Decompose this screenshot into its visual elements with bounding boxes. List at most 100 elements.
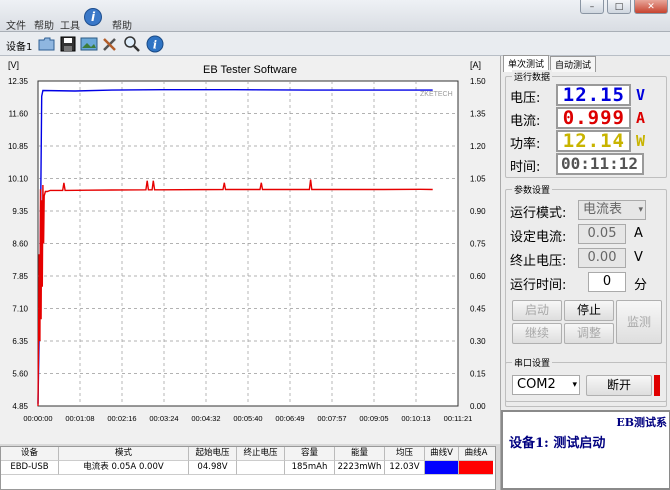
chevron-down-icon: ▾ (638, 205, 643, 215)
y-right-tick-label: 1.50 (470, 77, 486, 86)
power-display: 12.14 (556, 130, 631, 152)
save-icon[interactable] (59, 35, 77, 53)
mode-label: 运行模式: (510, 206, 567, 221)
zoom-icon[interactable] (123, 35, 141, 53)
table-header-row: 设备 模式 起始电压 终止电压 容量 能量 均压 曲线V 曲线A (1, 447, 495, 461)
y-left-ticks: 12.35 11.60 10.85 10.10 9.35 8.60 7.85 7.10 6.35… (8, 77, 29, 411)
disconnect-button[interactable]: 断开 (586, 375, 652, 396)
y-left-tick-label: 7.85 (12, 272, 28, 281)
x-tick-label: 00:05:40 (233, 414, 262, 423)
current-label: 电流: (510, 114, 541, 129)
run-time-unit: 分 (634, 278, 648, 293)
stop-button[interactable]: 停止 (564, 300, 614, 321)
y-right-tick-label: 0.45 (470, 305, 486, 314)
run-time-field[interactable]: 0 (588, 272, 626, 292)
table-header: 起始电压 (189, 447, 237, 461)
minimize-button[interactable]: – (580, 0, 604, 14)
stop-voltage-label: 终止电压: (510, 254, 567, 269)
running-data-group: 运行数据 电压: 12.15 V 电流: 0.999 A 功率: 12.14 W… (505, 70, 667, 178)
voltage-display: 12.15 (556, 84, 631, 106)
table-header: 能量 (335, 447, 385, 461)
table-header: 终止电压 (237, 447, 285, 461)
status-box: EB测试系 设备1: 测试启动 (501, 410, 670, 490)
power-unit: W (636, 132, 646, 150)
set-current-label: 设定电流: (510, 230, 567, 245)
adjust-button[interactable]: 调整 (564, 323, 614, 344)
y-left-tick-label: 10.85 (8, 142, 29, 151)
status-title: EB测试系 (616, 416, 667, 429)
running-data-title: 运行数据 (512, 70, 553, 83)
power-label: 功率: (510, 137, 541, 152)
table-cell: 电流表 0.05A 0.00V (59, 461, 189, 475)
control-panel: 单次测试 自动测试 运行数据 电压: 12.15 V 电流: 0.999 A 功… (500, 55, 670, 490)
mode-value: 电流表 (583, 202, 623, 217)
y-right-tick-label: 1.20 (470, 142, 486, 151)
start-button[interactable]: 启动 (512, 300, 562, 321)
x-tick-label: 00:03:24 (149, 414, 178, 423)
y-left-tick-label: 5.60 (12, 370, 28, 379)
com-port-select[interactable]: COM2 ▾ (512, 375, 580, 395)
y-right-tick-label: 0.60 (470, 272, 486, 281)
status-message: 设备1: 测试启动 (509, 436, 606, 451)
params-title: 参数设置 (512, 183, 553, 196)
voltage-unit: V (636, 86, 646, 104)
y-left-tick-label: 7.10 (12, 305, 28, 314)
y-left-tick-label: 4.85 (12, 402, 28, 411)
x-tick-label: 00:07:57 (317, 414, 346, 423)
table-header: 曲线V (425, 447, 459, 461)
menu-tools[interactable]: 工具 (60, 17, 80, 32)
connection-status-indicator (654, 375, 660, 396)
toolbar: 设备1 i (0, 32, 670, 56)
time-label: 时间: (510, 160, 541, 175)
table-header: 曲线A (459, 447, 493, 461)
menu-file[interactable]: 文件 (6, 17, 26, 32)
summary-table: 设备 模式 起始电压 终止电压 容量 能量 均压 曲线V 曲线A EBD-USB… (0, 446, 496, 490)
y-right-tick-label: 0.15 (470, 370, 486, 379)
help-icon[interactable]: i (84, 8, 102, 26)
y-left-tick-label: 10.10 (8, 175, 29, 184)
y-right-tick-label: 0.90 (470, 207, 486, 216)
x-tick-label: 00:04:32 (191, 414, 220, 423)
voltage-curve-swatch[interactable] (425, 461, 459, 475)
menu-help-1[interactable]: 帮助 (34, 17, 54, 32)
table-cell: EBD-USB (1, 461, 59, 475)
voltage-label: 电压: (510, 91, 541, 106)
y-left-tick-label: 6.35 (12, 337, 28, 346)
chart-area: EB Tester Software [V] [A] 12.35 11.60 10.… (0, 56, 500, 444)
tab-auto-test[interactable]: 自动测试 (550, 56, 597, 72)
current-curve-swatch[interactable] (459, 461, 493, 475)
image-icon[interactable] (80, 35, 98, 53)
table-row[interactable]: EBD-USB 电流表 0.05A 0.00V 04.98V 185mAh 22… (1, 461, 495, 475)
current-unit: A (636, 109, 646, 127)
y-right-tick-label: 0.00 (470, 402, 486, 411)
x-tick-label: 00:10:13 (401, 414, 430, 423)
folder-icon[interactable] (38, 35, 56, 53)
close-button[interactable]: ✕ (634, 0, 668, 14)
monitor-button[interactable]: 监测 (616, 300, 662, 344)
mode-select[interactable]: 电流表 ▾ (578, 200, 646, 220)
y-right-tick-label: 0.75 (470, 240, 486, 249)
tools-icon[interactable] (101, 35, 119, 53)
x-tick-label: 00:06:49 (275, 414, 304, 423)
maximize-button[interactable]: □ (607, 0, 631, 14)
stop-voltage-field[interactable]: 0.00 (578, 248, 626, 268)
y-right-tick-label: 0.30 (470, 337, 486, 346)
device-label: 设备1 (6, 42, 33, 53)
current-display: 0.999 (556, 107, 631, 129)
continue-button[interactable]: 继续 (512, 323, 562, 344)
svg-text:i: i (153, 39, 157, 52)
table-cell: 12.03V (385, 461, 425, 475)
info-icon[interactable]: i (146, 35, 164, 53)
x-ticks: 00:00:00 00:01:08 00:02:16 00:03:24 00:04:32… (23, 414, 472, 423)
chart-title: EB Tester Software (203, 64, 297, 76)
x-tick-label: 00:02:16 (107, 414, 136, 423)
table-cell: 2223mWh (335, 461, 385, 475)
table-header: 设备 (1, 447, 59, 461)
set-current-unit: A (634, 226, 643, 241)
set-current-field[interactable]: 0.05 (578, 224, 626, 244)
chevron-down-icon: ▾ (572, 380, 577, 390)
y-left-tick-label: 12.35 (8, 77, 29, 86)
menu-help-2[interactable]: 帮助 (112, 17, 132, 32)
y-right-ticks: 1.50 1.35 1.20 1.05 0.90 0.75 0.60 0.45 0.30 0.15… (470, 77, 486, 411)
table-header: 均压 (385, 447, 425, 461)
